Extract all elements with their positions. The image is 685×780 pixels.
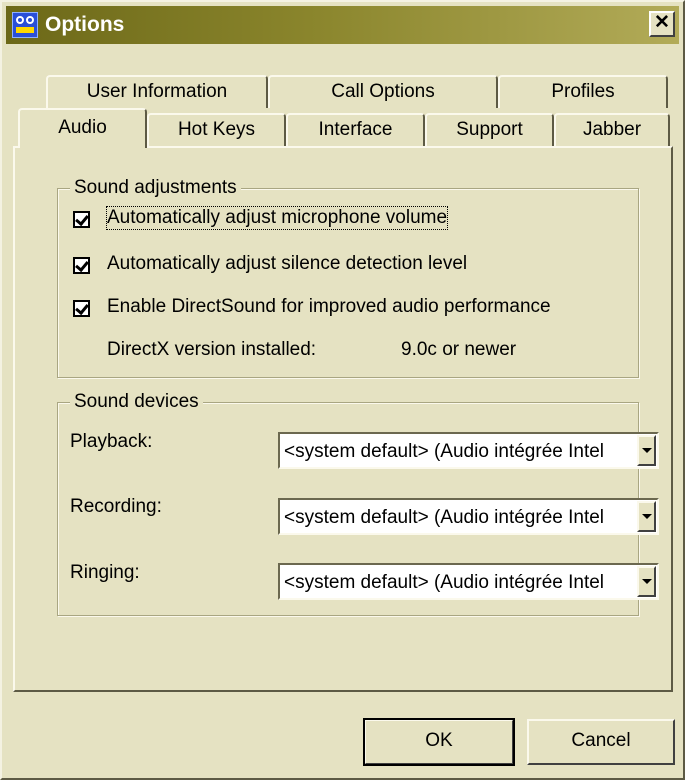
sound-adjustments-legend: Sound adjustments (70, 177, 241, 199)
cancel-button[interactable]: Cancel (527, 719, 675, 765)
chevron-down-icon[interactable] (637, 566, 656, 597)
audio-tab-panel: Sound adjustments Automatically adjust m… (13, 146, 673, 692)
chevron-down-icon[interactable] (637, 435, 656, 466)
tab-jabber[interactable]: Jabber (554, 113, 670, 146)
auto-silence-detection-label[interactable]: Automatically adjust silence detection l… (107, 253, 467, 275)
recording-select[interactable]: <system default> (Audio intégrée Intel (278, 498, 659, 535)
recording-select-value: <system default> (Audio intégrée Intel (284, 507, 605, 528)
ringing-select[interactable]: <system default> (Audio intégrée Intel (278, 563, 659, 600)
enable-directsound-label[interactable]: Enable DirectSound for improved audio pe… (107, 296, 551, 318)
tab-hot-keys[interactable]: Hot Keys (147, 113, 286, 146)
ringing-select-value: <system default> (Audio intégrée Intel (284, 572, 605, 593)
sound-devices-group: Sound devices Playback: <system default>… (57, 391, 659, 616)
tab-profiles[interactable]: Profiles (498, 75, 668, 108)
close-icon[interactable]: ✕ (649, 11, 675, 37)
sound-adjustments-group: Sound adjustments Automatically adjust m… (57, 177, 639, 378)
tab-interface[interactable]: Interface (286, 113, 425, 146)
auto-mic-volume-checkbox[interactable] (73, 211, 90, 228)
tab-support[interactable]: Support (425, 113, 554, 146)
recording-label: Recording: (70, 496, 162, 517)
chevron-down-icon[interactable] (637, 501, 656, 532)
directx-version-value: 9.0c or newer (401, 339, 517, 360)
window-title: Options (45, 13, 125, 36)
title-bar[interactable]: Options ✕ (6, 6, 679, 44)
ok-button[interactable]: OK (363, 718, 515, 766)
playback-label: Playback: (70, 431, 153, 452)
ringing-label: Ringing: (70, 562, 140, 583)
options-dialog: Options ✕ User Information Call Options … (0, 0, 685, 780)
tab-audio[interactable]: Audio (18, 108, 147, 148)
enable-directsound-checkbox[interactable] (73, 300, 90, 317)
sound-devices-legend: Sound devices (70, 391, 203, 413)
auto-mic-volume-label[interactable]: Automatically adjust microphone volume (105, 206, 449, 230)
directx-version-label: DirectX version installed: (107, 339, 317, 360)
tab-call-options[interactable]: Call Options (268, 75, 498, 108)
playback-select-value: <system default> (Audio intégrée Intel (284, 441, 605, 462)
tab-user-information[interactable]: User Information (46, 75, 268, 108)
app-icon (12, 12, 38, 38)
playback-select[interactable]: <system default> (Audio intégrée Intel (278, 432, 659, 469)
auto-silence-detection-checkbox[interactable] (73, 257, 90, 274)
